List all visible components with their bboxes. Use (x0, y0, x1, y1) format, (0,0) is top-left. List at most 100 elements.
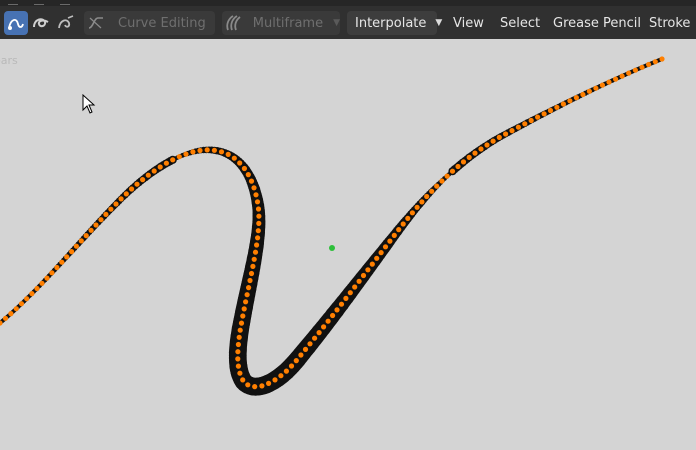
stroke-point[interactable] (129, 186, 135, 192)
stroke-point[interactable] (325, 318, 331, 324)
curve-editing-button[interactable]: Curve Editing (84, 11, 215, 35)
stroke-point[interactable] (466, 154, 472, 160)
stroke-point[interactable] (218, 149, 225, 155)
stroke-point[interactable] (176, 154, 182, 160)
stroke-point[interactable] (307, 341, 313, 347)
stroke-point[interactable] (251, 256, 257, 262)
stroke-point[interactable] (400, 221, 406, 227)
stroke-point[interactable] (382, 244, 389, 250)
stroke-point[interactable] (252, 249, 259, 255)
stroke-point[interactable] (343, 295, 349, 301)
stroke-point[interactable] (298, 352, 304, 358)
stroke-point[interactable] (145, 172, 151, 178)
stroke-point[interactable] (528, 117, 534, 124)
sculpt-mode-button[interactable] (54, 11, 78, 35)
stroke-point[interactable] (151, 168, 157, 174)
stroke-point[interactable] (246, 285, 252, 291)
stroke-point[interactable] (419, 199, 425, 205)
draw-mode-button[interactable] (4, 11, 28, 35)
stroke-point[interactable] (613, 76, 619, 82)
stroke-point[interactable] (157, 164, 163, 170)
stroke-point[interactable] (255, 206, 262, 212)
stroke-point[interactable] (140, 177, 146, 183)
stroke-point[interactable] (522, 121, 528, 127)
stroke-point[interactable] (163, 160, 169, 166)
stroke-point[interactable] (365, 267, 371, 273)
stroke-point[interactable] (235, 349, 241, 355)
stroke-point[interactable] (266, 380, 272, 386)
stroke-point[interactable] (567, 98, 573, 104)
stroke-point[interactable] (49, 270, 55, 276)
stroke-point[interactable] (554, 104, 560, 110)
stroke-point[interactable] (24, 296, 30, 302)
stroke-point[interactable] (593, 85, 599, 91)
stroke-point[interactable] (13, 306, 19, 312)
stroke-point[interactable] (247, 277, 253, 284)
menu-select[interactable]: Select (500, 11, 540, 35)
stroke-point[interactable] (472, 150, 478, 156)
stroke-point[interactable] (243, 299, 249, 305)
stroke-point[interactable] (496, 134, 502, 140)
stroke-point[interactable] (535, 114, 541, 120)
stroke-point[interactable] (235, 341, 241, 348)
stroke-point[interactable] (374, 255, 380, 261)
stroke-point[interactable] (606, 79, 612, 85)
stroke-point[interactable] (123, 191, 129, 197)
stroke-point[interactable] (283, 368, 289, 374)
stroke-point[interactable] (204, 147, 210, 153)
stroke-point[interactable] (632, 67, 639, 73)
stroke-point[interactable] (244, 292, 250, 298)
stroke-point[interactable] (288, 363, 295, 369)
stroke-point[interactable] (599, 82, 606, 88)
stroke-point[interactable] (490, 138, 496, 144)
stroke-point[interactable] (250, 263, 256, 269)
stroke-point[interactable] (444, 173, 450, 179)
stroke-point[interactable] (235, 363, 241, 369)
stroke-point[interactable] (88, 227, 94, 233)
stroke-point[interactable] (238, 320, 245, 326)
stroke-point[interactable] (541, 111, 547, 117)
stroke-point[interactable] (183, 151, 189, 157)
stroke-point[interactable] (293, 358, 299, 364)
stroke-point[interactable] (248, 178, 255, 184)
stroke-point[interactable] (241, 306, 247, 312)
stroke-point[interactable] (259, 383, 265, 389)
stroke-point[interactable] (580, 91, 586, 98)
stroke-point[interactable] (405, 215, 411, 221)
stroke-point[interactable] (272, 377, 278, 383)
stroke-point[interactable] (547, 107, 554, 114)
stroke-point[interactable] (108, 206, 114, 212)
stroke-point[interactable] (586, 88, 593, 94)
stroke-point[interactable] (98, 217, 104, 223)
stroke-point[interactable] (59, 259, 65, 265)
stroke-point[interactable] (360, 272, 367, 279)
stroke-point[interactable] (659, 56, 665, 62)
multiframe-button[interactable]: Multiframe ▼ (222, 11, 340, 35)
stroke-mode-button[interactable] (29, 11, 53, 35)
stroke-point[interactable] (237, 370, 243, 376)
menu-view[interactable]: View (453, 11, 484, 35)
stroke-point[interactable] (626, 70, 632, 76)
stroke-point[interactable] (573, 95, 580, 101)
menu-grease-pencil[interactable]: Grease Pencil (553, 11, 641, 35)
menu-stroke[interactable]: Stroke (649, 11, 690, 35)
stroke-point[interactable] (515, 124, 522, 130)
stroke-point[interactable] (2, 315, 9, 321)
stroke-point[interactable] (237, 160, 243, 166)
stroke-point[interactable] (197, 147, 203, 154)
stroke-point[interactable] (429, 188, 435, 194)
stroke-point[interactable] (255, 235, 261, 241)
stroke-point[interactable] (484, 142, 490, 148)
stroke-point[interactable] (396, 227, 402, 233)
stroke-point[interactable] (460, 159, 467, 165)
stroke-point[interactable] (93, 222, 99, 228)
stroke-point[interactable] (478, 146, 484, 152)
stroke-point[interactable] (134, 181, 140, 187)
stroke-point[interactable] (241, 165, 247, 172)
stroke-point[interactable] (245, 172, 251, 178)
stroke-point[interactable] (334, 307, 340, 313)
stroke-point[interactable] (646, 61, 652, 68)
stroke-point[interactable] (255, 228, 261, 234)
stroke-point[interactable] (69, 249, 75, 255)
stroke-point[interactable] (338, 301, 345, 307)
